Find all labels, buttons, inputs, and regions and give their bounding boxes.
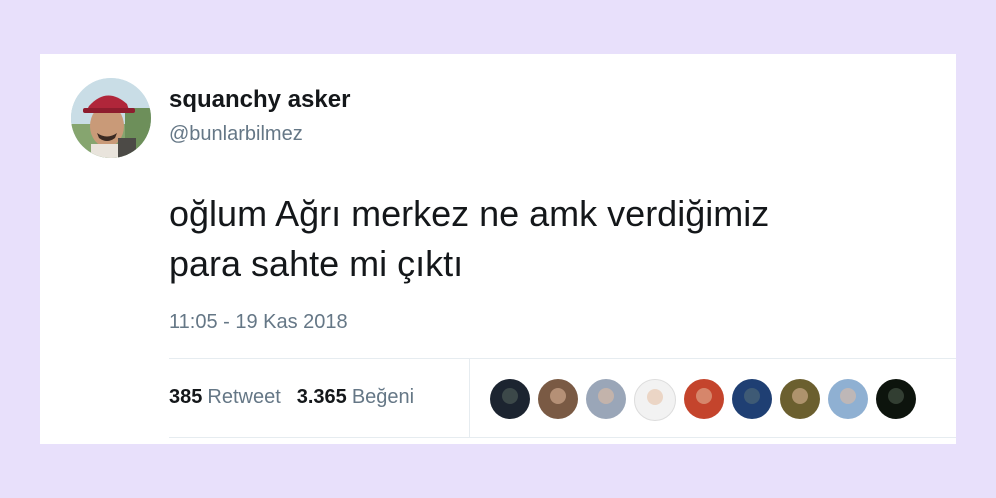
- liker-avatar-5[interactable]: [684, 379, 724, 419]
- user-avatar[interactable]: [71, 78, 151, 158]
- retweet-label: Retweet: [207, 386, 281, 408]
- tweet-text: oğlum Ağrı merkez ne amk verdiğimiz para…: [169, 189, 929, 289]
- divider: [169, 437, 956, 438]
- tweet-card: squanchy asker @bunlarbilmez oğlum Ağrı …: [40, 54, 956, 444]
- display-name[interactable]: squanchy asker: [169, 86, 350, 114]
- liker-avatar-1[interactable]: [490, 379, 530, 419]
- like-label: Beğeni: [351, 386, 415, 408]
- liker-avatar-8[interactable]: [828, 379, 868, 419]
- tweet-text-line-2: para sahte mi çıktı: [169, 243, 464, 284]
- liker-avatar-4[interactable]: [634, 379, 676, 421]
- retweet-count: 385: [169, 386, 203, 408]
- tweet-stats: 385 Retweet 3.365 Beğeni: [169, 386, 414, 409]
- tweet-text-line-1: oğlum Ağrı merkez ne amk verdiğimiz: [169, 193, 770, 234]
- liker-avatar-9[interactable]: [876, 379, 916, 419]
- like-count: 3.365: [296, 386, 347, 408]
- liker-avatar-7[interactable]: [780, 379, 820, 419]
- tweet-timestamp[interactable]: 11:05 - 19 Kas 2018: [169, 311, 348, 334]
- stats-divider: [469, 359, 470, 437]
- divider: [169, 358, 956, 359]
- like-stat[interactable]: 3.365 Beğeni: [297, 386, 414, 409]
- user-handle[interactable]: @bunlarbilmez: [169, 123, 303, 146]
- liker-avatar-6[interactable]: [732, 379, 772, 419]
- liker-avatars: [490, 379, 916, 421]
- liker-avatar-3[interactable]: [586, 379, 626, 419]
- user-avatar-image: [71, 78, 151, 158]
- retweet-stat[interactable]: 385 Retweet: [169, 386, 281, 409]
- liker-avatar-2[interactable]: [538, 379, 578, 419]
